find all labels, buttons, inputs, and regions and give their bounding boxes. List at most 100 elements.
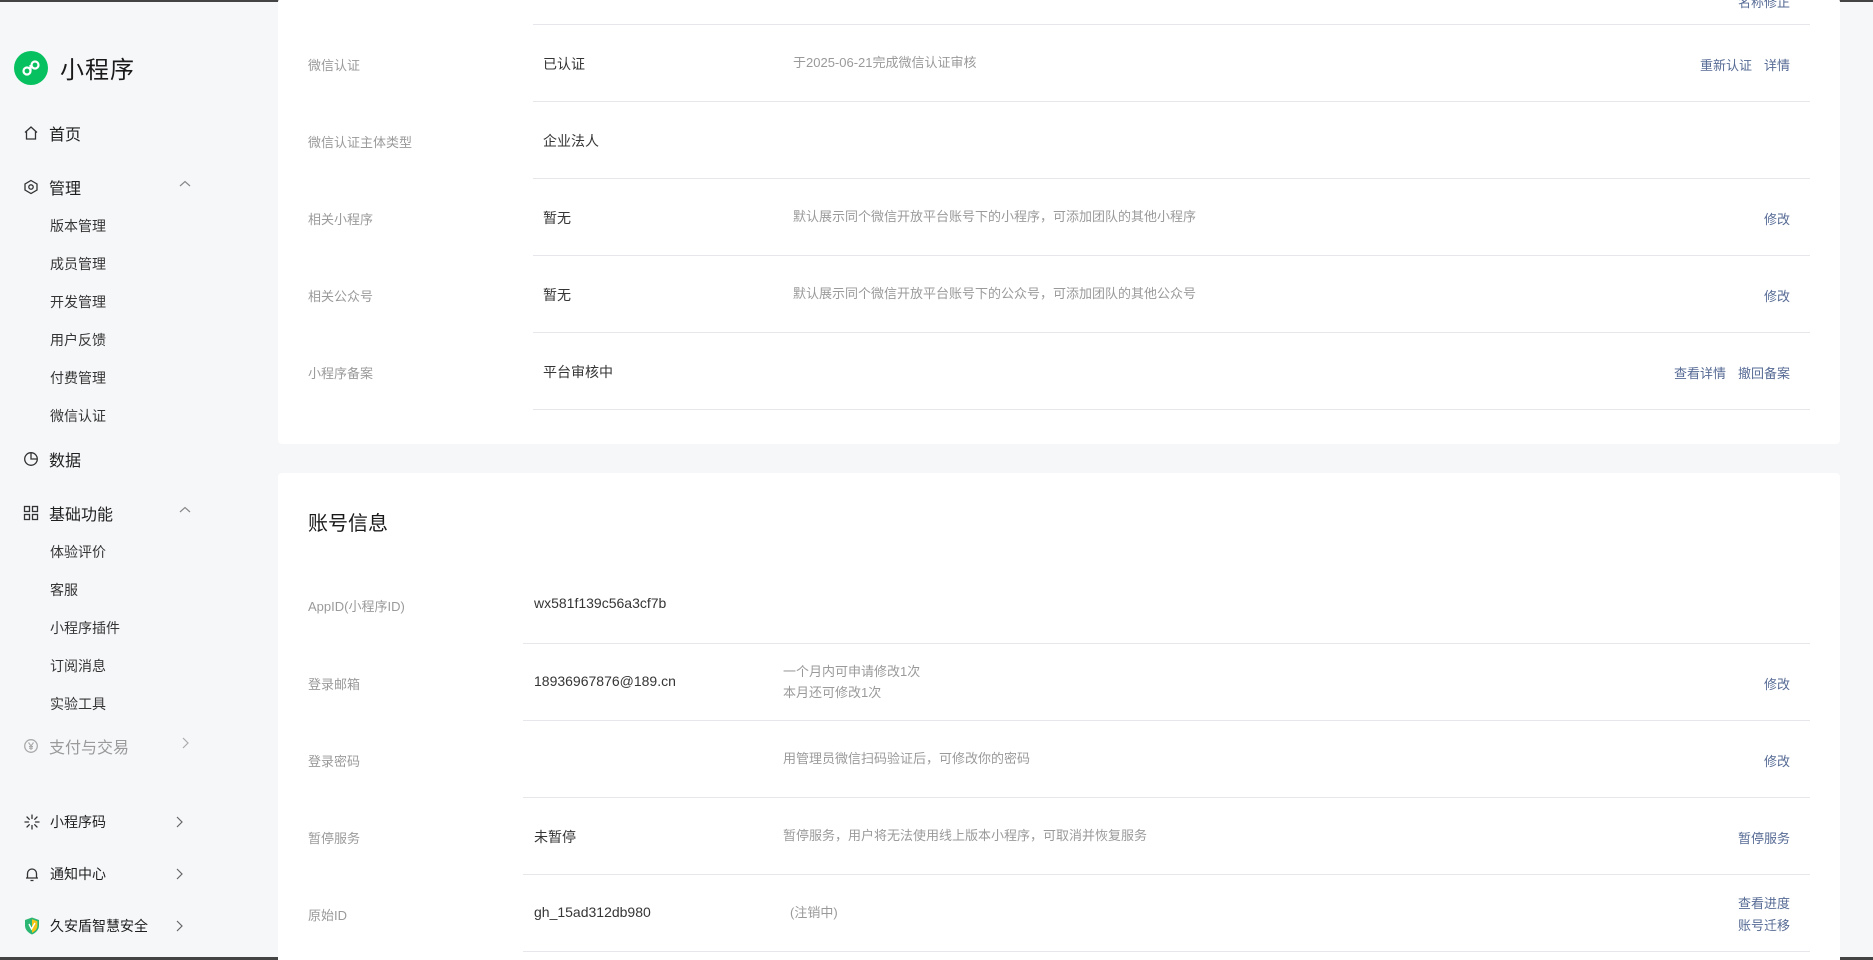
row-actions: 修改 <box>1764 674 1790 693</box>
account-info-card: 账号信息 AppID(小程序ID) wx581f139c56a3cf7b 登录邮… <box>278 473 1840 960</box>
cut-row <box>278 0 1840 25</box>
bell-icon <box>22 864 42 884</box>
row-label: 微信认证主体类型 <box>308 135 413 150</box>
edit-password-link[interactable]: 修改 <box>1764 751 1790 770</box>
row-value: 平台审核中 <box>543 364 613 380</box>
row-label: 小程序备案 <box>308 366 374 381</box>
nav-notifications[interactable]: 通知中心 <box>22 864 186 884</box>
row-login-password: 登录密码 用管理员微信扫码验证后，可修改你的密码 修改 <box>278 721 1840 798</box>
row-value: 18936967876@189.cn <box>534 673 676 689</box>
row-appid: AppID(小程序ID) wx581f139c56a3cf7b <box>278 567 1840 644</box>
row-label: 原始ID <box>308 908 348 923</box>
chevron-right-icon <box>172 815 186 832</box>
nav-home-label: 首页 <box>49 127 82 144</box>
row-related-official: 相关公众号 暂无 默认展示同个微信开放平台账号下的公众号，可添加团队的其他公众号… <box>278 256 1840 333</box>
row-label: AppID(小程序ID) <box>308 599 405 614</box>
chevron-up-icon <box>178 503 192 522</box>
row-desc: 一个月内可申请修改1次 <box>783 664 921 679</box>
row-value: 企业法人 <box>543 133 599 149</box>
app-logo[interactable]: 小程序 <box>14 50 135 85</box>
edit-email-link[interactable]: 修改 <box>1764 674 1790 693</box>
sidebar-item-plugin[interactable]: 小程序插件 <box>50 618 120 638</box>
row-actions: 修改 <box>1764 209 1790 228</box>
row-pause-service: 暂停服务 未暂停 暂停服务，用户将无法使用线上版本小程序，可取消并恢复服务 暂停… <box>278 798 1840 875</box>
recertify-link[interactable]: 重新认证 <box>1700 55 1752 74</box>
app-title: 小程序 <box>60 57 135 84</box>
chevron-up-icon <box>178 177 192 196</box>
card-title: 账号信息 <box>308 513 388 535</box>
sidebar-item-members[interactable]: 成员管理 <box>50 254 106 274</box>
withdraw-filing-link[interactable]: 撤回备案 <box>1738 363 1790 382</box>
row-label: 相关小程序 <box>308 212 374 227</box>
row-actions: 暂停服务 <box>1738 828 1790 847</box>
row-desc-secondary: 本月还可修改1次 <box>783 685 882 700</box>
row-label: 登录邮箱 <box>308 677 361 692</box>
row-desc: (注销中) <box>790 905 838 920</box>
chevron-right-icon <box>172 867 186 884</box>
grid-icon <box>22 504 40 522</box>
row-divider <box>523 951 1810 952</box>
yuan-icon <box>22 737 40 755</box>
row-cert-entity: 微信认证主体类型 企业法人 <box>278 102 1840 179</box>
nav-security-plugin[interactable]: 久安盾智慧安全 <box>22 916 186 936</box>
nav-security-plugin-label: 久安盾智慧安全 <box>50 918 148 934</box>
row-label: 暂停服务 <box>308 831 361 846</box>
nav-basic-label: 基础功能 <box>49 507 114 524</box>
row-value: 已认证 <box>543 56 585 72</box>
settings-icon <box>22 178 40 196</box>
row-original-id: 原始ID gh_15ad312db980 (注销中) 查看进度 账号迁移 <box>278 875 1840 952</box>
nav-data-label: 数据 <box>49 453 82 470</box>
pause-service-link[interactable]: 暂停服务 <box>1738 828 1790 847</box>
view-progress-link[interactable]: 查看进度 <box>1738 893 1790 912</box>
view-details-link[interactable]: 查看详情 <box>1674 363 1726 382</box>
pie-chart-icon <box>22 450 40 468</box>
row-actions: 查看进度 账号迁移 <box>1738 893 1790 934</box>
row-desc: 默认展示同个微信开放平台账号下的公众号，可添加团队的其他公众号 <box>793 286 1197 301</box>
row-label: 相关公众号 <box>308 289 374 304</box>
edit-link[interactable]: 修改 <box>1764 209 1790 228</box>
edit-link[interactable]: 修改 <box>1764 286 1790 305</box>
sidebar-item-lab[interactable]: 实验工具 <box>50 694 106 714</box>
nav-qrcode[interactable]: 小程序码 <box>22 812 186 832</box>
row-actions: 修改 <box>1764 286 1790 305</box>
row-divider <box>533 409 1810 410</box>
row-value: gh_15ad312db980 <box>534 904 651 920</box>
row-actions: 查看详情 撤回备案 <box>1674 363 1790 382</box>
nav-qrcode-label: 小程序码 <box>50 814 106 830</box>
sidebar-item-service[interactable]: 客服 <box>50 580 78 600</box>
home-icon <box>22 124 40 142</box>
nav-notifications-label: 通知中心 <box>50 866 106 882</box>
row-desc: 默认展示同个微信开放平台账号下的小程序，可添加团队的其他小程序 <box>793 209 1197 224</box>
nav-manage[interactable]: 管理 <box>22 175 192 199</box>
row-wechat-cert: 微信认证 已认证 于2025-06-21完成微信认证审核 重新认证 详情 <box>278 25 1840 102</box>
sidebar-item-feedback[interactable]: 用户反馈 <box>50 330 106 350</box>
row-desc: 用管理员微信扫码验证后，可修改你的密码 <box>783 751 1031 766</box>
row-label: 微信认证 <box>308 58 361 73</box>
row-value: wx581f139c56a3cf7b <box>534 595 667 611</box>
nav-basic[interactable]: 基础功能 <box>22 501 192 525</box>
row-value: 暂无 <box>543 210 571 226</box>
sidebar-item-dev[interactable]: 开发管理 <box>50 292 106 312</box>
nav-data[interactable]: 数据 <box>22 447 192 471</box>
sidebar-item-version[interactable]: 版本管理 <box>50 216 106 236</box>
sidebar-item-review[interactable]: 体验评价 <box>50 542 106 562</box>
row-login-email: 登录邮箱 18936967876@189.cn 一个月内可申请修改1次 本月还可… <box>278 644 1840 721</box>
row-actions: 重新认证 详情 <box>1700 55 1790 74</box>
row-filing: 小程序备案 平台审核中 查看详情 撤回备案 <box>278 333 1840 410</box>
row-desc: 暂停服务，用户将无法使用线上版本小程序，可取消并恢复服务 <box>783 828 1148 843</box>
shield-icon <box>22 916 42 936</box>
row-desc: 于2025-06-21完成微信认证审核 <box>793 55 977 70</box>
sidebar-item-wechat-cert[interactable]: 微信认证 <box>50 406 106 426</box>
sidebar-item-subscribe[interactable]: 订阅消息 <box>50 656 106 676</box>
row-actions: 修改 <box>1764 751 1790 770</box>
row-related-miniprogram: 相关小程序 暂无 默认展示同个微信开放平台账号下的小程序，可添加团队的其他小程序… <box>278 179 1840 256</box>
account-migrate-link[interactable]: 账号迁移 <box>1738 915 1790 934</box>
chevron-right-icon <box>172 919 186 936</box>
sidebar: 小程序 首页 管理 版本管理 成员管理 开发管理 用户反馈 付费管理 微信认证 … <box>0 2 278 957</box>
nav-payment[interactable]: 支付与交易 <box>22 734 192 758</box>
sparkle-icon <box>22 812 42 832</box>
row-label: 登录密码 <box>308 754 361 769</box>
sidebar-item-billing[interactable]: 付费管理 <box>50 368 106 388</box>
nav-home[interactable]: 首页 <box>22 121 192 145</box>
details-link[interactable]: 详情 <box>1764 55 1790 74</box>
